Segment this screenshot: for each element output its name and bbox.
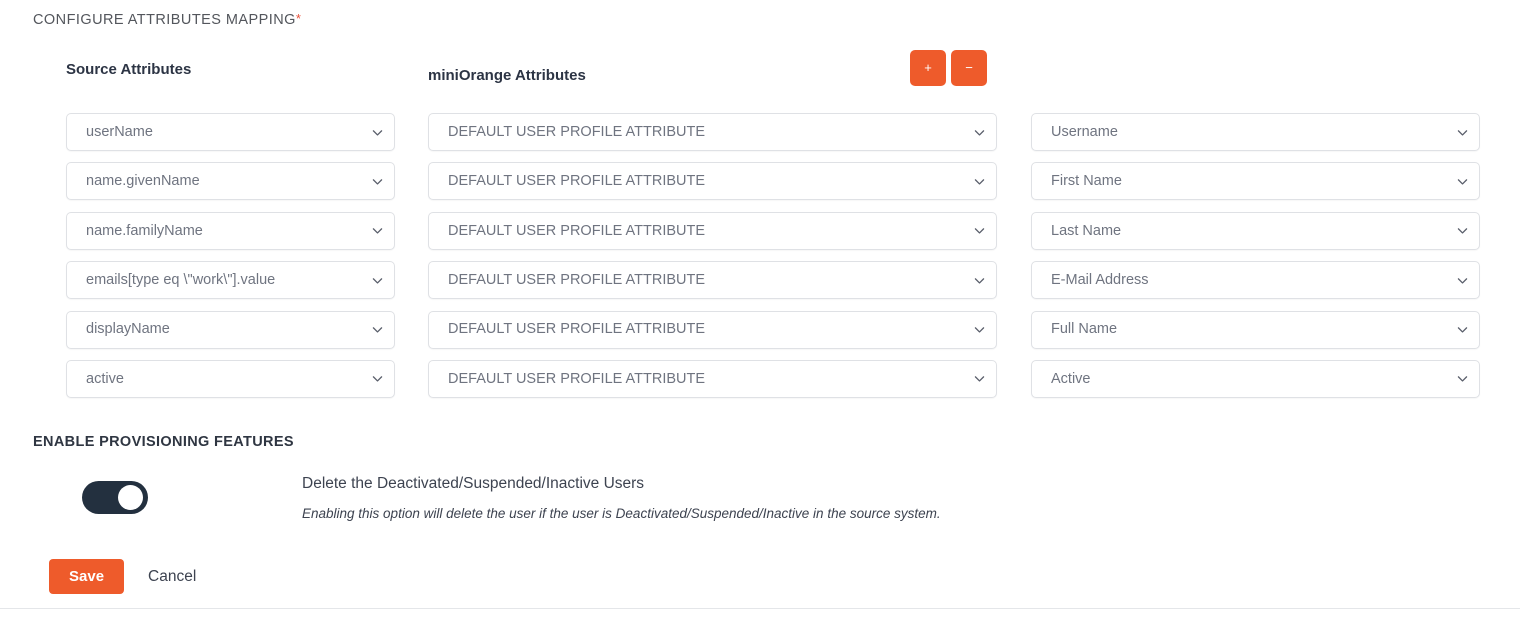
- attribute-type-select[interactable]: DEFAULT USER PROFILE ATTRIBUTE: [428, 261, 997, 299]
- attribute-mapping-row: active DEFAULT USER PROFILE ATTRIBUTE Acti…: [0, 360, 1520, 409]
- toggle-knob: [118, 485, 143, 510]
- attribute-mapping-row: name.givenName DEFAULT USER PROFILE ATTRI…: [0, 162, 1520, 211]
- add-row-button[interactable]: +: [910, 50, 946, 86]
- miniorange-attribute-select[interactable]: Last Name: [1031, 212, 1480, 250]
- miniorange-attribute-value: Last Name: [1051, 224, 1448, 239]
- delete-inactive-users-label: Delete the Deactivated/Suspended/Inactiv…: [302, 475, 644, 493]
- source-attribute-value: emails[type eq \"work\"].value: [86, 273, 363, 288]
- attribute-type-select[interactable]: DEFAULT USER PROFILE ATTRIBUTE: [428, 113, 997, 151]
- attribute-type-value: DEFAULT USER PROFILE ATTRIBUTE: [448, 372, 965, 387]
- page-title: CONFIGURE ATTRIBUTES MAPPING*: [33, 12, 301, 28]
- source-attribute-value: name.familyName: [86, 224, 363, 239]
- attribute-mapping-page: CONFIGURE ATTRIBUTES MAPPING* Source Att…: [0, 0, 1520, 617]
- chevron-down-icon: [1456, 175, 1469, 188]
- chevron-down-icon: [1456, 372, 1469, 385]
- chevron-down-icon: [973, 224, 986, 237]
- chevron-down-icon: [371, 224, 384, 237]
- attribute-type-select[interactable]: DEFAULT USER PROFILE ATTRIBUTE: [428, 360, 997, 398]
- source-attribute-select[interactable]: emails[type eq \"work\"].value: [66, 261, 395, 299]
- chevron-down-icon: [1456, 224, 1469, 237]
- chevron-down-icon: [1456, 126, 1469, 139]
- chevron-down-icon: [371, 175, 384, 188]
- provisioning-section-title: ENABLE PROVISIONING FEATURES: [33, 434, 294, 450]
- attribute-type-value: DEFAULT USER PROFILE ATTRIBUTE: [448, 273, 965, 288]
- chevron-down-icon: [973, 372, 986, 385]
- chevron-down-icon: [973, 175, 986, 188]
- attribute-mapping-row: userName DEFAULT USER PROFILE ATTRIBUTE Us…: [0, 113, 1520, 162]
- attribute-type-select[interactable]: DEFAULT USER PROFILE ATTRIBUTE: [428, 311, 997, 349]
- source-attribute-select[interactable]: active: [66, 360, 395, 398]
- delete-inactive-users-toggle[interactable]: [82, 481, 148, 514]
- chevron-down-icon: [973, 323, 986, 336]
- source-attribute-select[interactable]: name.givenName: [66, 162, 395, 200]
- source-attribute-select[interactable]: userName: [66, 113, 395, 151]
- miniorange-attribute-value: First Name: [1051, 174, 1448, 189]
- miniorange-attribute-value: Username: [1051, 125, 1448, 140]
- source-attribute-value: displayName: [86, 322, 363, 337]
- row-controls: + −: [910, 50, 987, 86]
- chevron-down-icon: [371, 274, 384, 287]
- miniorange-attribute-select[interactable]: Full Name: [1031, 311, 1480, 349]
- attribute-type-select[interactable]: DEFAULT USER PROFILE ATTRIBUTE: [428, 162, 997, 200]
- required-asterisk: *: [296, 11, 302, 26]
- chevron-down-icon: [1456, 274, 1469, 287]
- attribute-mapping-row: displayName DEFAULT USER PROFILE ATTRIBUT…: [0, 311, 1520, 360]
- attribute-type-value: DEFAULT USER PROFILE ATTRIBUTE: [448, 174, 965, 189]
- source-attribute-value: name.givenName: [86, 174, 363, 189]
- attribute-type-value: DEFAULT USER PROFILE ATTRIBUTE: [448, 125, 965, 140]
- attribute-type-select[interactable]: DEFAULT USER PROFILE ATTRIBUTE: [428, 212, 997, 250]
- chevron-down-icon: [371, 372, 384, 385]
- miniorange-attribute-select[interactable]: Active: [1031, 360, 1480, 398]
- form-actions: Save Cancel: [49, 559, 196, 594]
- attribute-mapping-grid: userName DEFAULT USER PROFILE ATTRIBUTE Us…: [0, 113, 1520, 409]
- page-title-text: CONFIGURE ATTRIBUTES MAPPING: [33, 12, 296, 28]
- miniorange-attribute-select[interactable]: Username: [1031, 113, 1480, 151]
- chevron-down-icon: [973, 274, 986, 287]
- chevron-down-icon: [1456, 323, 1469, 336]
- miniorange-attribute-select[interactable]: First Name: [1031, 162, 1480, 200]
- remove-row-button[interactable]: −: [951, 50, 987, 86]
- attribute-mapping-row: name.familyName DEFAULT USER PROFILE ATTR…: [0, 212, 1520, 261]
- chevron-down-icon: [973, 126, 986, 139]
- miniorange-attribute-value: Active: [1051, 372, 1448, 387]
- miniorange-attribute-value: E-Mail Address: [1051, 273, 1448, 288]
- attribute-mapping-row: emails[type eq \"work\"].value DEFAULT US…: [0, 261, 1520, 310]
- miniorange-attribute-value: Full Name: [1051, 322, 1448, 337]
- cancel-button[interactable]: Cancel: [148, 568, 196, 586]
- source-attribute-value: userName: [86, 125, 363, 140]
- column-heading-source: Source Attributes: [66, 61, 191, 78]
- source-attribute-select[interactable]: displayName: [66, 311, 395, 349]
- delete-inactive-users-hint: Enabling this option will delete the use…: [302, 506, 941, 521]
- save-button[interactable]: Save: [49, 559, 124, 594]
- column-heading-miniorange: miniOrange Attributes: [428, 67, 586, 84]
- attribute-type-value: DEFAULT USER PROFILE ATTRIBUTE: [448, 224, 965, 239]
- source-attribute-select[interactable]: name.familyName: [66, 212, 395, 250]
- attribute-type-value: DEFAULT USER PROFILE ATTRIBUTE: [448, 322, 965, 337]
- source-attribute-value: active: [86, 372, 363, 387]
- miniorange-attribute-select[interactable]: E-Mail Address: [1031, 261, 1480, 299]
- chevron-down-icon: [371, 323, 384, 336]
- footer-divider: [0, 608, 1520, 609]
- chevron-down-icon: [371, 126, 384, 139]
